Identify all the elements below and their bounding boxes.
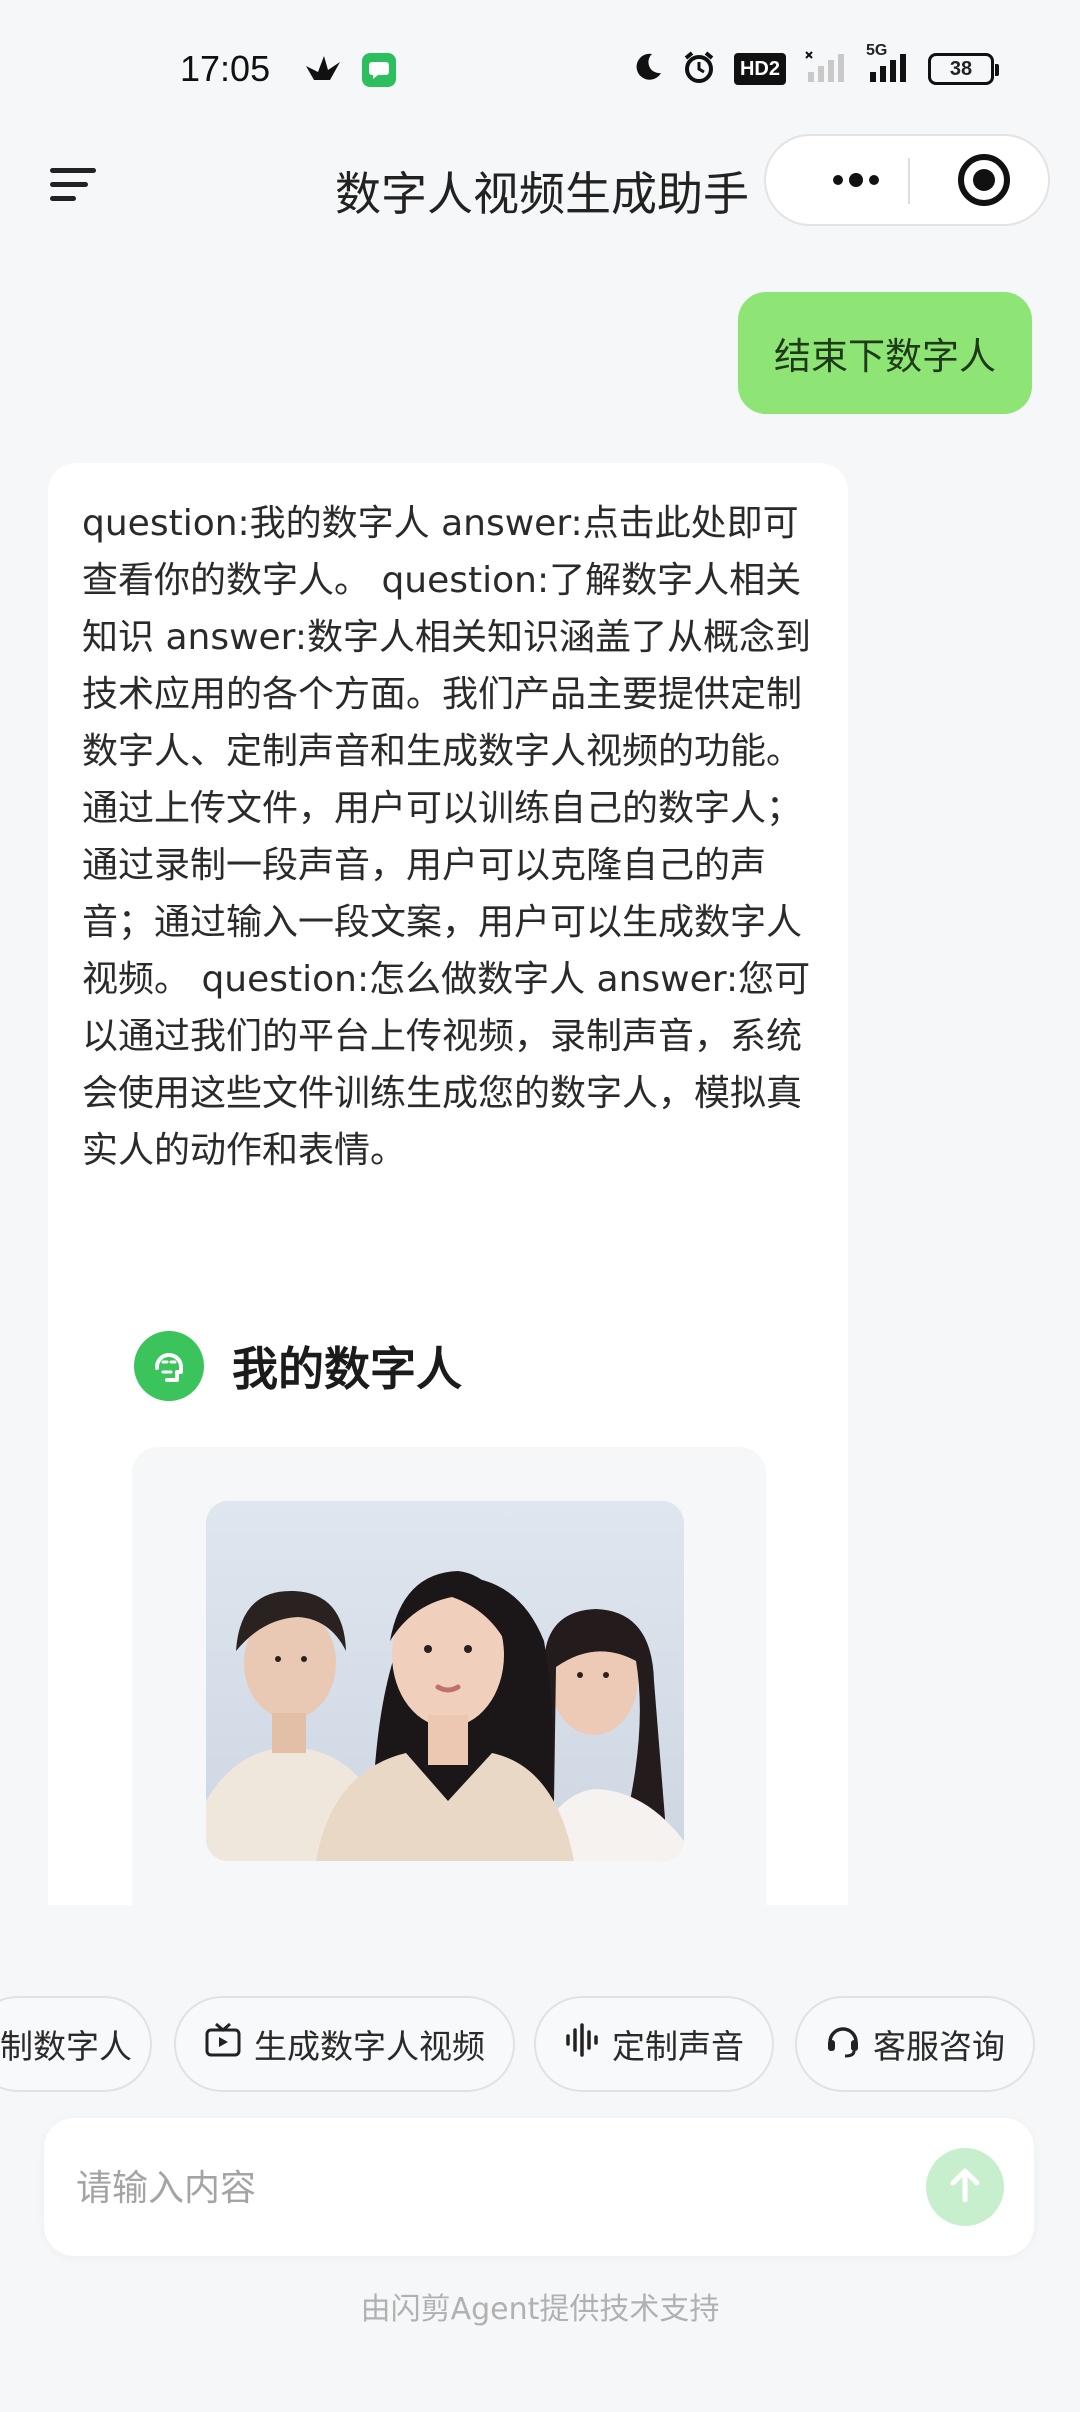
app-screen: 17:05 HD2 5G 38 数字人视频生成助手 结束下数字人 questio… [0, 0, 1080, 2412]
capsule-divider [908, 158, 910, 204]
status-time: 17:05 [180, 48, 271, 89]
app-header: 数字人视频生成助手 [0, 130, 1080, 240]
digital-human-icon [134, 1331, 204, 1401]
signal-5g-icon: 5G [866, 42, 910, 88]
close-miniapp-icon[interactable] [958, 154, 1010, 206]
bot-message-text: question:我的数字人 answer:点击此处即可查看你的数字人。 que… [82, 503, 811, 1171]
bot-message-card: question:我的数字人 answer:点击此处即可查看你的数字人。 que… [48, 463, 848, 1905]
chip-generate-video[interactable]: 生成数字人视频 [174, 1996, 515, 2092]
message-input[interactable] [74, 2152, 928, 2224]
message-composer [44, 2118, 1034, 2256]
chip-custom-voice[interactable]: 定制声音 [534, 1996, 774, 2092]
chip-customer-service[interactable]: 客服咨询 [795, 1996, 1035, 2092]
more-options-icon[interactable] [806, 136, 906, 224]
arrow-up-icon [948, 2166, 982, 2208]
chip-label: 制数字人 [0, 2027, 132, 2066]
chip-label: 定制声音 [612, 2027, 744, 2066]
message-app-icon [362, 53, 396, 87]
signal-sim1-icon [804, 50, 848, 88]
battery-indicator: 38 [928, 53, 999, 85]
user-message-bubble: 结束下数字人 [738, 292, 1032, 414]
chip-label: 客服咨询 [873, 2027, 1005, 2066]
my-digital-human-header[interactable]: 我的数字人 [134, 1331, 462, 1401]
quick-actions-bar: 制数字人 生成数字人视频 定制声音 客服咨询 [0, 1996, 1080, 2096]
digital-human-avatar-image[interactable] [206, 1501, 684, 1861]
send-button[interactable] [926, 2148, 1004, 2226]
video-icon [204, 2022, 242, 2066]
digital-human-panel [132, 1447, 766, 1905]
hd-voice-badge: HD2 [733, 53, 786, 85]
chip-label: 生成数字人视频 [254, 2027, 485, 2066]
headset-icon [825, 2022, 861, 2066]
miniapp-capsule [764, 134, 1050, 226]
page-title: 数字人视频生成助手 [335, 167, 749, 221]
alarm-icon [682, 50, 716, 88]
waveform-icon [564, 2023, 600, 2065]
network-type-label: 5G [866, 42, 888, 59]
status-bar: 17:05 HD2 5G 38 [0, 0, 1080, 140]
menu-icon[interactable] [50, 162, 102, 208]
chip-custom-digital-human[interactable]: 制数字人 [0, 1996, 152, 2092]
section-title: 我的数字人 [232, 1342, 462, 1396]
moon-icon [632, 51, 664, 87]
powered-by-footer: 由闪剪Agent提供技术支持 [360, 2292, 720, 2327]
bird-notification-icon [304, 52, 342, 88]
